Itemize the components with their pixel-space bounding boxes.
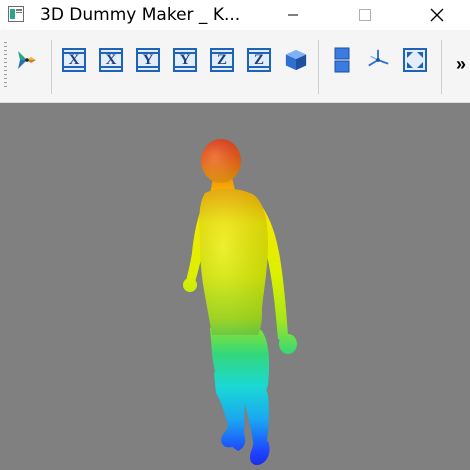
- cube-icon: [285, 49, 307, 71]
- title-bar: 3D Dummy Maker _ K...: [0, 0, 470, 30]
- view-x-back-button[interactable]: X: [99, 48, 123, 72]
- fit-to-window-button[interactable]: [403, 48, 427, 72]
- view-y-back-button[interactable]: Y: [173, 48, 197, 72]
- view-y-front-button[interactable]: Y: [136, 48, 160, 72]
- view-z-back-button[interactable]: Z: [247, 48, 271, 72]
- toolbar: X X Y Y Z Z »: [0, 30, 470, 103]
- fit-window-icon: [403, 48, 427, 72]
- toolbar-overflow-button[interactable]: »: [456, 54, 466, 75]
- maximize-button[interactable]: [342, 0, 388, 30]
- axes-icon: [368, 49, 389, 67]
- dummy-model: [183, 139, 297, 466]
- close-icon: [430, 8, 444, 22]
- axes-button[interactable]: [366, 48, 390, 72]
- maximize-icon: [359, 9, 371, 21]
- toolbar-grip[interactable]: [4, 42, 7, 90]
- split-view-button[interactable]: [330, 47, 354, 73]
- toolbar-separator: [51, 40, 52, 94]
- split-view-icon: [334, 47, 350, 73]
- 3d-viewport[interactable]: [0, 103, 470, 470]
- window-title: 3D Dummy Maker _ K...: [40, 5, 241, 25]
- close-button[interactable]: [414, 0, 460, 30]
- app-icon: [8, 6, 24, 22]
- view-z-front-button[interactable]: Z: [210, 48, 234, 72]
- view-x-front-button[interactable]: X: [62, 48, 86, 72]
- rotate-tool-button[interactable]: [15, 48, 39, 72]
- toolbar-separator: [441, 40, 442, 94]
- minimize-button[interactable]: [270, 0, 316, 30]
- toolbar-separator: [318, 40, 319, 94]
- view-3d-cube-button[interactable]: [284, 48, 308, 72]
- minimize-icon: [288, 14, 298, 16]
- rotate-tool-icon: [18, 51, 36, 69]
